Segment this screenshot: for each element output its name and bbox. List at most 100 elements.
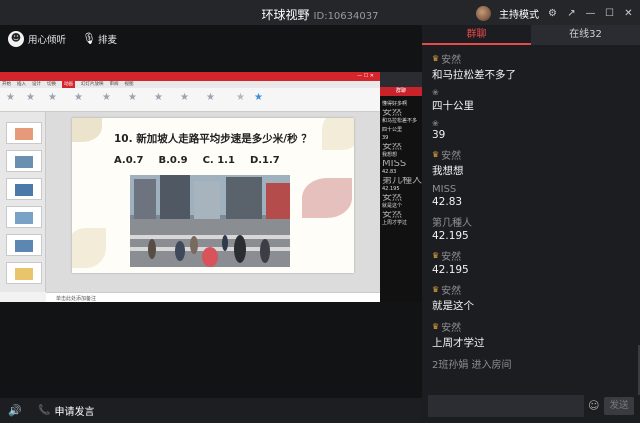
mini-chat-line: 42.83 — [382, 169, 397, 175]
message-text: 42.195 — [432, 264, 469, 276]
effect-icon: ★ — [236, 92, 245, 103]
slide-thumbnail[interactable] — [6, 262, 42, 284]
slide-photo — [130, 175, 290, 267]
slide-thumbnail[interactable] — [6, 150, 42, 172]
ppt-tab[interactable]: 视图 — [125, 81, 134, 88]
effect-icon: ★ — [26, 92, 35, 103]
chat-message: ♛ 安然 上周才学过 — [432, 319, 632, 350]
mini-chat-line: 就是这个 — [382, 203, 403, 209]
ppt-title-bar: — ☐ ✕ — [0, 72, 380, 81]
message-text: 四十公里 — [432, 100, 474, 112]
volume-icon[interactable]: 🔊 — [8, 404, 22, 417]
maximize-icon[interactable]: ☐ — [604, 8, 615, 19]
mini-chat-line: 懂得好多啊 — [382, 101, 408, 107]
mini-chat-line: 上周才学过 — [382, 220, 408, 226]
mini-chat-line: 安然 — [382, 142, 402, 151]
message-author[interactable]: ♛ 安然 — [432, 51, 632, 66]
mini-chat-tab: 群聊 — [380, 87, 422, 96]
apply-speak-label: 申请发言 — [54, 407, 95, 418]
message-author[interactable]: MISS — [432, 184, 632, 195]
ppt-tab[interactable]: 设计 — [32, 81, 41, 88]
chat-input-row: ☺ 发送 — [428, 395, 634, 417]
message-author[interactable]: ♛ 安然 — [432, 147, 632, 162]
ppt-canvas: 10. 新加坡人走路平均步速是多少米/秒 ？ A.0.7 B.0.9 C. 1.1 D… — [46, 112, 380, 292]
chat-message: ♛ 安然就是这个 — [432, 282, 632, 313]
ppt-tab[interactable]: 插入 — [17, 81, 26, 88]
chat-messages: ♛ 安然 和马拉松差不多了 ❀ 四十公里 ❀ 39 ♛ 安然 我想想 MISS 42.83 第几種人 42… — [432, 51, 632, 371]
message-author[interactable]: ♛ 安然 — [432, 282, 632, 297]
crown-badge-icon: ♛ — [432, 322, 440, 331]
mini-chat-line: 安然 — [382, 210, 402, 219]
message-text: 42.195 — [432, 230, 469, 242]
mini-chat-line: 安然 — [382, 193, 402, 202]
app-window: 环球视野 ID:10634037 主持模式 ⚙ ↗ — ☐ ✕ ☻ 用心倾听 🎙 … — [0, 0, 640, 423]
listen-label: 用心倾听 — [28, 35, 67, 46]
effect-icon: ★ — [254, 92, 263, 103]
effect-icon: ★ — [154, 92, 163, 103]
mini-chat-line: 安然 — [382, 108, 402, 117]
ppt-tab[interactable]: 审阅 — [110, 81, 119, 88]
chat-message: ♛ 安然 我想想 — [432, 147, 632, 178]
room-id: ID:10634037 — [313, 11, 379, 22]
chat-input[interactable] — [428, 395, 584, 417]
message-author[interactable]: ♛ 安然 — [432, 248, 632, 263]
message-author[interactable]: ♛ 安然 — [432, 319, 632, 334]
message-author[interactable]: ❀ — [432, 119, 632, 128]
settings-icon[interactable]: ⚙ — [547, 8, 558, 19]
tab-group-chat[interactable]: 群聊 — [422, 25, 531, 45]
effect-icon: ★ — [6, 92, 15, 103]
slide-thumbnail[interactable] — [6, 122, 42, 144]
slide-notes[interactable]: 单击此处添加备注 — [46, 292, 380, 302]
message-author[interactable]: 第几種人 — [432, 214, 632, 229]
slide-thumbnail[interactable] — [6, 178, 42, 200]
room-name: 环球视野 — [261, 8, 310, 22]
ppt-tab[interactable]: 幻灯片放映 — [81, 81, 104, 88]
message-text: 42.83 — [432, 196, 463, 208]
tab-online[interactable]: 在线32 — [531, 25, 640, 45]
message-text: 和马拉松差不多了 — [432, 69, 516, 81]
host-mode-label[interactable]: 主持模式 — [499, 6, 539, 21]
shared-screen: — ☐ ✕ 开始 插入 设计 切换 动画 幻灯片放映 审阅 视图 ★ ★ ★ ★ ★ ★ ★ … — [0, 72, 422, 302]
mini-chat-line: 我想想 — [382, 152, 398, 158]
chat-tabs: 群聊 在线32 — [422, 25, 640, 45]
slide-thumbnail[interactable] — [6, 234, 42, 256]
mini-chat-line: 39 — [382, 135, 389, 141]
chat-message: ❀ 39 — [432, 119, 632, 141]
author-name: 安然 — [441, 151, 462, 162]
send-button[interactable]: 发送 — [604, 397, 634, 415]
message-author[interactable]: ❀ — [432, 88, 632, 97]
ppt-tab[interactable]: 开始 — [2, 81, 11, 88]
apply-speak-button[interactable]: 📞 申请发言 — [38, 403, 94, 418]
mic-queue-label: 排麦 — [98, 35, 118, 46]
slide-question: 10. 新加坡人走路平均步速是多少米/秒 ？ — [114, 133, 312, 145]
slide-thumbnail[interactable] — [6, 206, 42, 228]
author-name: 安然 — [441, 252, 462, 263]
stage-toolbar: ☻ 用心倾听 🎙 排麦 — [8, 28, 117, 50]
ppt-tab[interactable]: 切换 — [47, 81, 56, 88]
emoji-icon[interactable]: ☺ — [588, 400, 600, 412]
mini-chat-line: 和马拉松差不多 — [382, 118, 418, 124]
chat-message: 第几種人 42.195 — [432, 214, 632, 242]
decoration — [72, 118, 102, 142]
guest-badge-icon: ❀ — [432, 119, 439, 128]
effect-icon: ★ — [74, 92, 83, 103]
ppt-ribbon: ★ ★ ★ ★ ★ ★ ★ ★ ★ ★ ★ — [0, 88, 380, 112]
guest-badge-icon: ❀ — [432, 88, 439, 97]
ppt-ribbon-tabs: 开始 插入 设计 切换 动画 幻灯片放映 审阅 视图 — [0, 81, 380, 88]
listen-button[interactable]: ☻ 用心倾听 — [8, 31, 66, 47]
popout-icon[interactable]: ↗ — [566, 8, 577, 19]
close-icon[interactable]: ✕ — [623, 8, 634, 19]
mic-queue-button[interactable]: 🎙 排麦 — [82, 32, 117, 46]
crown-badge-icon: ♛ — [432, 54, 440, 63]
effect-icon: ★ — [102, 92, 111, 103]
host-avatar[interactable] — [476, 5, 491, 21]
ppt-tab[interactable]: 动画 — [62, 81, 75, 88]
message-text: 就是这个 — [432, 300, 474, 312]
slide-option: B.0.9 — [158, 155, 188, 166]
author-name: 安然 — [441, 286, 462, 297]
minimize-icon[interactable]: — — [585, 8, 596, 19]
mini-chat-window: 群聊 懂得好多啊 安然 和马拉松差不多 四十公里 39 安然 我想想 MISS 42.83 第几種… — [380, 72, 422, 302]
chat-message: ♛ 安然和马拉松差不多了 — [432, 51, 632, 82]
decoration — [322, 118, 354, 150]
join-notice: 2班孙娟 进入房间 — [432, 360, 512, 371]
